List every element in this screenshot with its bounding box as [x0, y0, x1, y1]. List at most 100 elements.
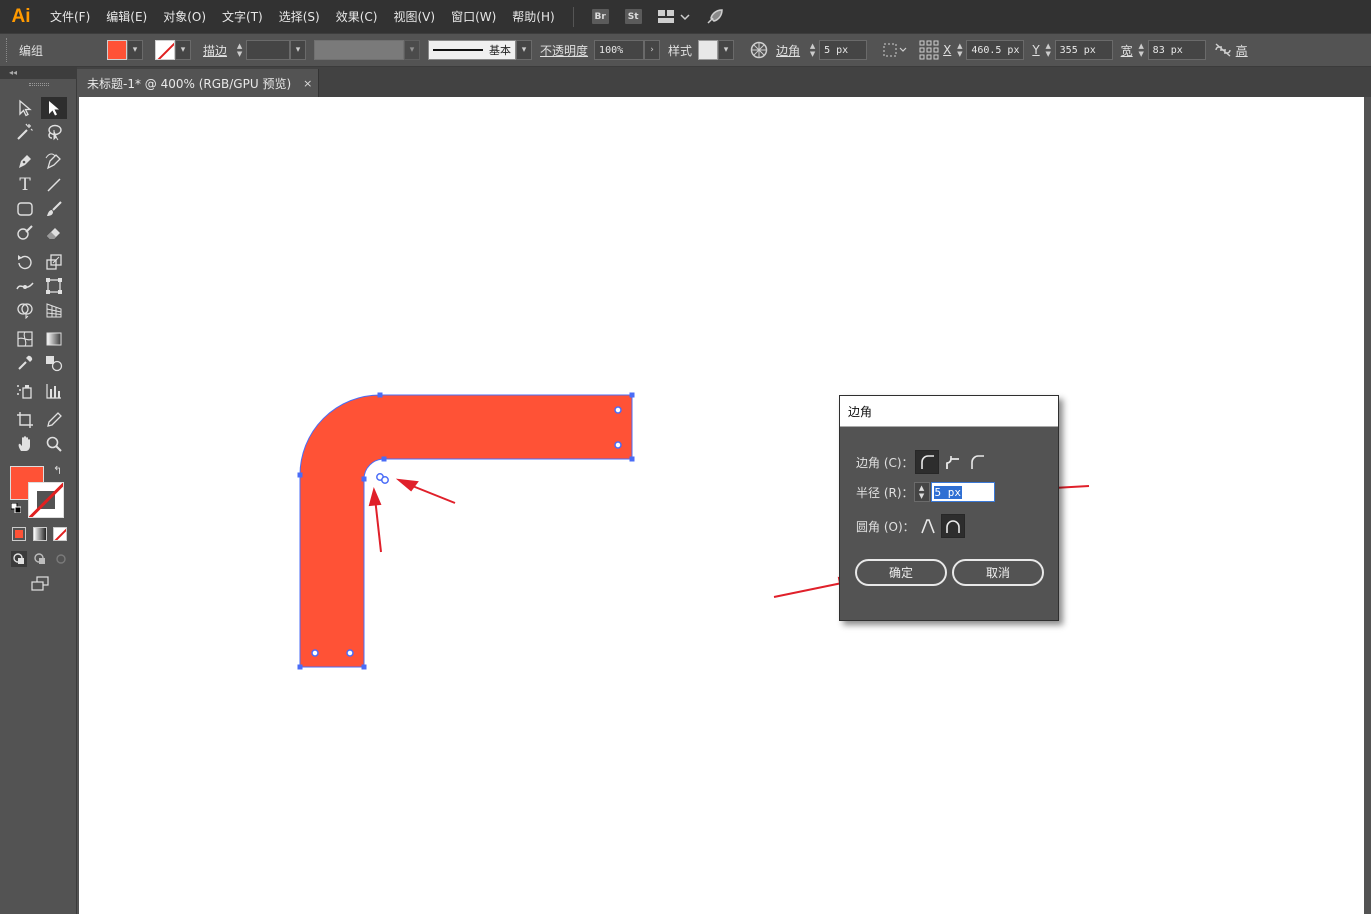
menu-effect[interactable]: 效果(C): [328, 8, 386, 25]
chamfer-corner-icon[interactable]: [965, 450, 989, 474]
y-stepper[interactable]: ▲ ▼: [1042, 40, 1055, 60]
corner-radius-field[interactable]: 5 px: [819, 40, 868, 60]
bridge-button[interactable]: Br: [591, 9, 609, 24]
type-tool-icon[interactable]: T: [12, 174, 38, 196]
perspective-grid-tool-icon[interactable]: [41, 299, 67, 321]
free-transform-tool-icon[interactable]: [41, 275, 67, 297]
gradient-tool-icon[interactable]: [41, 328, 67, 350]
graphic-style-dropdown[interactable]: ▾: [718, 40, 735, 60]
paintbrush-tool-icon[interactable]: [41, 198, 67, 220]
inverted-round-corner-icon[interactable]: [940, 450, 964, 474]
menu-object[interactable]: 对象(O): [155, 8, 214, 25]
round-corner-icon[interactable]: [914, 450, 939, 474]
default-fill-stroke-icon[interactable]: [11, 503, 21, 513]
dialog-title[interactable]: 边角: [840, 396, 1058, 427]
selection-tool-icon[interactable]: [12, 97, 38, 119]
x-label[interactable]: X: [943, 43, 951, 57]
magic-wand-tool-icon[interactable]: [12, 121, 38, 143]
rotate-tool-icon[interactable]: [12, 251, 38, 273]
menu-select[interactable]: 选择(S): [271, 8, 328, 25]
recolor-artwork-icon[interactable]: [750, 41, 768, 59]
corner-widget[interactable]: [346, 649, 354, 657]
graphic-style-swatch[interactable]: [698, 40, 719, 60]
eraser-tool-icon[interactable]: [41, 222, 67, 244]
zoom-tool-icon[interactable]: [41, 433, 67, 455]
fill-swatch[interactable]: [107, 40, 128, 60]
workspace-switcher-icon[interactable]: [657, 9, 676, 24]
variable-width-profile[interactable]: [314, 40, 405, 60]
artboard-tool-icon[interactable]: [12, 409, 38, 431]
absolute-rounding-icon[interactable]: [940, 514, 965, 538]
stock-button[interactable]: St: [624, 9, 642, 24]
artboard-canvas[interactable]: [79, 97, 1364, 914]
canvas-scroll-edge[interactable]: [1364, 97, 1371, 914]
draw-behind-icon[interactable]: [29, 548, 51, 570]
menu-type[interactable]: 文字(T): [214, 8, 271, 25]
width-tool-icon[interactable]: [12, 275, 38, 297]
width-field[interactable]: 83 px: [1147, 40, 1206, 60]
x-field[interactable]: 460.5 px: [966, 40, 1025, 60]
corner-widget[interactable]: [614, 406, 622, 414]
curvature-tool-icon[interactable]: [41, 150, 67, 172]
corner-stepper[interactable]: ▲ ▼: [806, 40, 819, 60]
document-tab[interactable]: 未标题-1* @ 400% (RGB/GPU 预览) ×: [77, 69, 319, 97]
radius-stepper[interactable]: ▲ ▼: [913, 482, 930, 502]
draw-inside-icon[interactable]: [50, 548, 72, 570]
opacity-label[interactable]: 不透明度: [540, 42, 588, 59]
brush-dropdown[interactable]: ▾: [516, 40, 533, 60]
menu-edit[interactable]: 编辑(E): [98, 8, 155, 25]
shaper-tool-icon[interactable]: [12, 222, 38, 244]
direct-selection-tool-icon[interactable]: [41, 97, 67, 119]
eyedropper-tool-icon[interactable]: [12, 352, 38, 374]
relative-rounding-icon[interactable]: [916, 514, 940, 538]
lasso-tool-icon[interactable]: [41, 121, 67, 143]
slice-tool-icon[interactable]: [41, 409, 67, 431]
close-tab-icon[interactable]: ×: [303, 77, 312, 90]
pen-tool-icon[interactable]: [12, 150, 38, 172]
shape-builder-tool-icon[interactable]: [12, 299, 38, 321]
none-mode-button[interactable]: [53, 527, 67, 541]
swap-fill-stroke-icon[interactable]: ↰: [53, 464, 62, 477]
scale-tool-icon[interactable]: [41, 251, 67, 273]
align-to-icon[interactable]: [883, 43, 907, 57]
ok-button[interactable]: 确定: [855, 559, 947, 586]
fill-dropdown[interactable]: ▾: [127, 40, 144, 60]
opacity-field[interactable]: 100%: [594, 40, 645, 60]
stroke-swatch[interactable]: [155, 40, 176, 60]
menu-window[interactable]: 窗口(W): [443, 8, 504, 25]
line-segment-tool-icon[interactable]: [41, 174, 67, 196]
stroke-dropdown[interactable]: ▾: [175, 40, 192, 60]
inner-corner-widget[interactable]: [381, 476, 389, 484]
toolbar-grip[interactable]: [29, 83, 49, 86]
reference-point-icon[interactable]: [919, 40, 939, 60]
brush-definition[interactable]: 基本: [428, 40, 517, 60]
gradient-mode-button[interactable]: [33, 527, 47, 541]
stroke-weight-dropdown[interactable]: ▾: [290, 40, 307, 60]
toolbar-collapse-button[interactable]: ◂◂: [0, 67, 77, 79]
stroke-label[interactable]: 描边: [203, 42, 227, 59]
mesh-tool-icon[interactable]: [12, 328, 38, 350]
blend-tool-icon[interactable]: [41, 352, 67, 374]
height-label[interactable]: 高: [1236, 42, 1248, 59]
panel-grip[interactable]: [6, 38, 11, 62]
stroke-color-swatch[interactable]: [28, 482, 64, 518]
symbol-sprayer-tool-icon[interactable]: [12, 380, 38, 402]
rocket-icon[interactable]: [706, 8, 724, 25]
width-stepper[interactable]: ▲ ▼: [1135, 40, 1148, 60]
x-stepper[interactable]: ▲ ▼: [953, 40, 966, 60]
stroke-weight-field[interactable]: [246, 40, 291, 60]
cancel-button[interactable]: 取消: [952, 559, 1044, 586]
corner-label[interactable]: 边角: [776, 42, 800, 59]
radius-input[interactable]: 5 px: [930, 482, 995, 502]
stroke-weight-stepper[interactable]: ▲ ▼: [233, 40, 246, 60]
menu-view[interactable]: 视图(V): [385, 8, 443, 25]
rectangle-tool-icon[interactable]: [12, 198, 38, 220]
opacity-arrow[interactable]: ›: [644, 40, 661, 60]
y-field[interactable]: 355 px: [1054, 40, 1113, 60]
menu-file[interactable]: 文件(F): [42, 8, 98, 25]
hand-tool-icon[interactable]: [12, 433, 38, 455]
y-label[interactable]: Y: [1032, 43, 1039, 57]
color-mode-button[interactable]: [12, 527, 26, 541]
corner-widget[interactable]: [311, 649, 319, 657]
menu-help[interactable]: 帮助(H): [504, 8, 562, 25]
